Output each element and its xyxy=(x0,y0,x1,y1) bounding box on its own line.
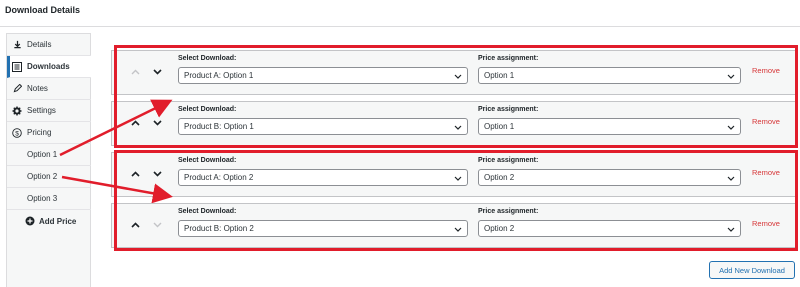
tab-label: Notes xyxy=(27,84,48,93)
plus-circle-icon xyxy=(25,216,35,226)
move-up-icon[interactable] xyxy=(128,116,142,130)
tab-label: Settings xyxy=(27,106,56,115)
price-assignment-label: Price assignment: xyxy=(478,157,539,164)
select-download-label: Select Download: xyxy=(178,106,237,113)
select-value: Product A: Option 1 xyxy=(184,71,254,80)
svg-text:$: $ xyxy=(15,130,19,137)
select-value: Option 1 xyxy=(484,122,515,131)
price-assignment-dropdown[interactable]: Option 1 xyxy=(478,67,741,84)
chevron-down-icon xyxy=(727,72,735,80)
chevron-down-icon xyxy=(454,72,462,80)
select-download-label: Select Download: xyxy=(178,55,237,62)
select-value: Product B: Option 2 xyxy=(184,224,254,233)
add-new-download-button[interactable]: Add New Download xyxy=(709,261,795,279)
price-assignment-dropdown[interactable]: Option 2 xyxy=(478,220,741,237)
price-assignment-dropdown[interactable]: Option 2 xyxy=(478,169,741,186)
tab-label: Pricing xyxy=(27,128,52,137)
chevron-down-icon xyxy=(727,174,735,182)
pricing-option-1[interactable]: Option 1 xyxy=(7,144,91,166)
price-assignment-label: Price assignment: xyxy=(478,55,539,62)
download-row: Select Download: Product A: Option 2 Pri… xyxy=(111,152,796,197)
select-download-label: Select Download: xyxy=(178,157,237,164)
add-price-button[interactable]: Add Price xyxy=(7,210,91,232)
remove-link[interactable]: Remove xyxy=(752,168,780,177)
pricing-option-2[interactable]: Option 2 xyxy=(7,166,91,188)
download-row: Select Download: Product B: Option 2 Pri… xyxy=(111,203,796,248)
tab-pricing[interactable]: $ Pricing xyxy=(7,122,91,144)
tab-label: Details xyxy=(27,40,52,49)
remove-link[interactable]: Remove xyxy=(752,219,780,228)
select-download-dropdown[interactable]: Product A: Option 1 xyxy=(178,67,468,84)
select-download-dropdown[interactable]: Product B: Option 1 xyxy=(178,118,468,135)
download-icon xyxy=(12,40,22,50)
page-title: Download Details xyxy=(5,5,81,15)
tab-notes[interactable]: Notes xyxy=(7,78,91,100)
select-download-dropdown[interactable]: Product B: Option 2 xyxy=(178,220,468,237)
add-price-label: Add Price xyxy=(39,216,77,226)
select-value: Product A: Option 2 xyxy=(184,173,254,182)
move-down-icon[interactable] xyxy=(150,218,164,232)
tab-label: Downloads xyxy=(27,62,70,71)
tab-details[interactable]: Details xyxy=(7,34,91,56)
move-up-icon[interactable] xyxy=(128,167,142,181)
select-value: Option 2 xyxy=(484,224,515,233)
move-down-icon[interactable] xyxy=(150,116,164,130)
chevron-down-icon xyxy=(454,123,462,131)
move-down-icon[interactable] xyxy=(150,167,164,181)
select-download-label: Select Download: xyxy=(178,208,237,215)
gear-icon xyxy=(12,106,22,116)
move-down-icon[interactable] xyxy=(150,65,164,79)
tab-downloads[interactable]: Downloads xyxy=(7,56,91,78)
price-assignment-label: Price assignment: xyxy=(478,208,539,215)
price-assignment-dropdown[interactable]: Option 1 xyxy=(478,118,741,135)
price-assignment-label: Price assignment: xyxy=(478,106,539,113)
title-divider xyxy=(0,26,800,27)
select-value: Product B: Option 1 xyxy=(184,122,254,131)
chevron-down-icon xyxy=(454,225,462,233)
pencil-icon xyxy=(12,84,22,94)
dollar-circle-icon: $ xyxy=(12,127,22,138)
select-value: Option 1 xyxy=(484,71,515,80)
remove-link[interactable]: Remove xyxy=(752,117,780,126)
select-value: Option 2 xyxy=(484,173,515,182)
tab-settings[interactable]: Settings xyxy=(7,100,91,122)
sidebar: Details Downloads Notes Settings $ Prici… xyxy=(6,33,91,287)
download-row: Select Download: Product B: Option 1 Pri… xyxy=(111,101,796,146)
chevron-down-icon xyxy=(727,123,735,131)
pricing-option-3[interactable]: Option 3 xyxy=(7,188,91,210)
chevron-down-icon xyxy=(727,225,735,233)
remove-link[interactable]: Remove xyxy=(752,66,780,75)
move-up-icon[interactable] xyxy=(128,218,142,232)
move-up-icon[interactable] xyxy=(128,65,142,79)
chevron-down-icon xyxy=(454,174,462,182)
download-row: Select Download: Product A: Option 1 Pri… xyxy=(111,50,796,95)
list-icon xyxy=(12,61,22,72)
select-download-dropdown[interactable]: Product A: Option 2 xyxy=(178,169,468,186)
